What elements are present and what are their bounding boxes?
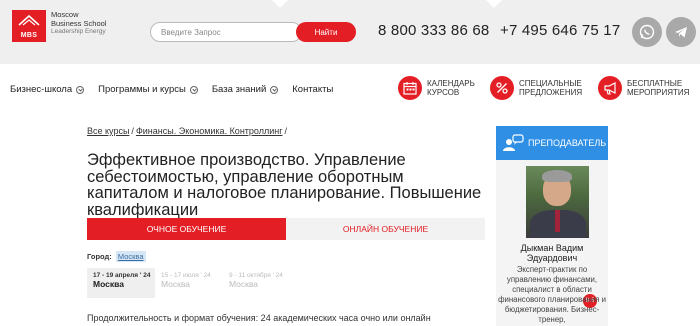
megaphone-icon	[604, 82, 616, 95]
session-dates: 17 - 19 апреля ' 24 Москва 15 - 17 июля …	[87, 268, 491, 298]
tab-online[interactable]: ОНЛАЙН ОБУЧЕНИЕ	[286, 218, 485, 240]
promo-special-offers[interactable]: СПЕЦИАЛЬНЫЕ ПРЕДЛОЖЕНИЯ	[490, 76, 582, 100]
logo-roof-icon	[18, 14, 40, 26]
percent-icon	[496, 82, 508, 94]
top-bar: MBS Moscow Business School Leadership En…	[0, 0, 700, 64]
promo-label-line: МЕРОПРИЯТИЯ	[627, 88, 690, 97]
date-range: 15 - 17 июля ' 24	[161, 272, 211, 279]
promo-free-events[interactable]: БЕСПЛАТНЫЕ МЕРОПРИЯТИЯ	[598, 76, 689, 100]
promo-label-line: КАЛЕНДАРЬ	[427, 79, 475, 88]
chevron-down-icon	[189, 85, 198, 94]
nav-item-label: Бизнес-школа	[10, 84, 73, 95]
telegram-icon	[675, 27, 687, 38]
breadcrumb-link-finance[interactable]: Финансы. Экономика. Контроллинг	[136, 126, 283, 136]
photo-tie-shape	[555, 210, 560, 232]
date-city: Москва	[93, 279, 124, 289]
promo-label-line: БЕСПЛАТНЫЕ	[627, 79, 683, 88]
date-city: Москва	[161, 279, 191, 289]
top-bar-notch	[272, 0, 288, 8]
nav-item-programs[interactable]: Программы и курсы	[98, 84, 198, 95]
date-option[interactable]: 15 - 17 июля ' 24 Москва	[155, 268, 223, 298]
breadcrumb-link-all-courses[interactable]: Все курсы	[87, 126, 129, 136]
date-city: Москва	[229, 279, 259, 289]
course-format-text: Продолжительность и формат обучения: 24 …	[87, 313, 431, 323]
nav-item-knowledge-base[interactable]: База знаний	[211, 84, 279, 95]
date-range: 9 - 11 октября ' 24	[229, 272, 283, 279]
promo-icon-circle	[598, 76, 622, 100]
search-button[interactable]: Найти	[296, 22, 356, 42]
breadcrumb: Все курсы / Финансы. Экономика. Контроллин…	[87, 126, 289, 136]
promo-icon-circle	[398, 76, 422, 100]
phone-number-free[interactable]: 8 800 333 86 68	[378, 22, 489, 39]
nav-item-label: Программы и курсы	[98, 84, 186, 95]
logo-line-2: Business School	[51, 18, 107, 28]
promo-label: БЕСПЛАТНЫЕ МЕРОПРИЯТИЯ	[627, 79, 689, 97]
city-selector: Город: Москва	[87, 251, 146, 262]
logo[interactable]: MBS	[12, 10, 46, 42]
whatsapp-icon	[639, 24, 655, 40]
main-nav: Бизнес-школа Программы и курсы База знан…	[10, 84, 347, 95]
search-input[interactable]	[150, 22, 302, 42]
teacher-photo[interactable]	[526, 166, 589, 238]
whatsapp-button[interactable]	[632, 17, 662, 47]
breadcrumb-separator: /	[284, 126, 288, 136]
nav-item-contacts[interactable]: Контакты	[292, 84, 333, 95]
logo-text[interactable]: Moscow Business School Leadership Energy	[51, 10, 107, 37]
tab-in-person[interactable]: ОЧНОЕ ОБУЧЕНИЕ	[87, 218, 286, 240]
nav-item-label: База знаний	[211, 84, 267, 95]
city-label: Город:	[87, 252, 112, 261]
telegram-button[interactable]	[666, 17, 696, 47]
promo-icon-circle	[490, 76, 514, 100]
page-title: Эффективное производство. Управление себ…	[87, 151, 482, 219]
nav-item-label: Контакты	[292, 84, 334, 95]
format-tabs: ОЧНОЕ ОБУЧЕНИЕ ОНЛАЙН ОБУЧЕНИЕ	[87, 218, 485, 240]
city-value-link[interactable]: Москва	[115, 251, 146, 262]
date-option[interactable]: 9 - 11 октября ' 24 Москва	[223, 268, 291, 298]
promo-label-line: ПРЕДЛОЖЕНИЯ	[519, 88, 583, 97]
phone-number-moscow[interactable]: +7 495 646 75 17	[500, 22, 620, 39]
teacher-card-header: ПРЕПОДАВАТЕЛЬ	[496, 126, 608, 160]
calendar-icon	[403, 82, 417, 95]
top-bar-notch	[486, 0, 502, 8]
chevron-down-icon	[76, 85, 85, 94]
chevron-down-icon	[270, 85, 279, 94]
photo-hair-shape	[542, 170, 572, 182]
promo-label-line: КУРСОВ	[427, 88, 460, 97]
promo-label: КАЛЕНДАРЬ КУРСОВ	[427, 79, 475, 97]
nav-item-business-school[interactable]: Бизнес-школа	[10, 84, 85, 95]
teacher-name[interactable]: Дыкман Вадим Эдуардович	[496, 243, 608, 263]
breadcrumb-separator: /	[131, 126, 134, 136]
promo-course-calendar[interactable]: КАЛЕНДАРЬ КУРСОВ	[398, 76, 475, 100]
date-range: 17 - 19 апреля ' 24	[93, 272, 151, 279]
date-option[interactable]: 17 - 19 апреля ' 24 Москва	[87, 268, 155, 298]
teacher-header-label: ПРЕПОДАВАТЕЛЬ	[528, 138, 607, 148]
promo-label-line: СПЕЦИАЛЬНЫЕ	[519, 79, 582, 88]
promo-label: СПЕЦИАЛЬНЫЕ ПРЕДЛОЖЕНИЯ	[519, 79, 582, 97]
teacher-icon	[502, 134, 524, 152]
logo-tagline: Leadership Energy	[51, 28, 106, 35]
teacher-description: Эксперт-практик по управлению финансами,…	[498, 265, 606, 324]
logo-mark: MBS	[20, 32, 38, 39]
